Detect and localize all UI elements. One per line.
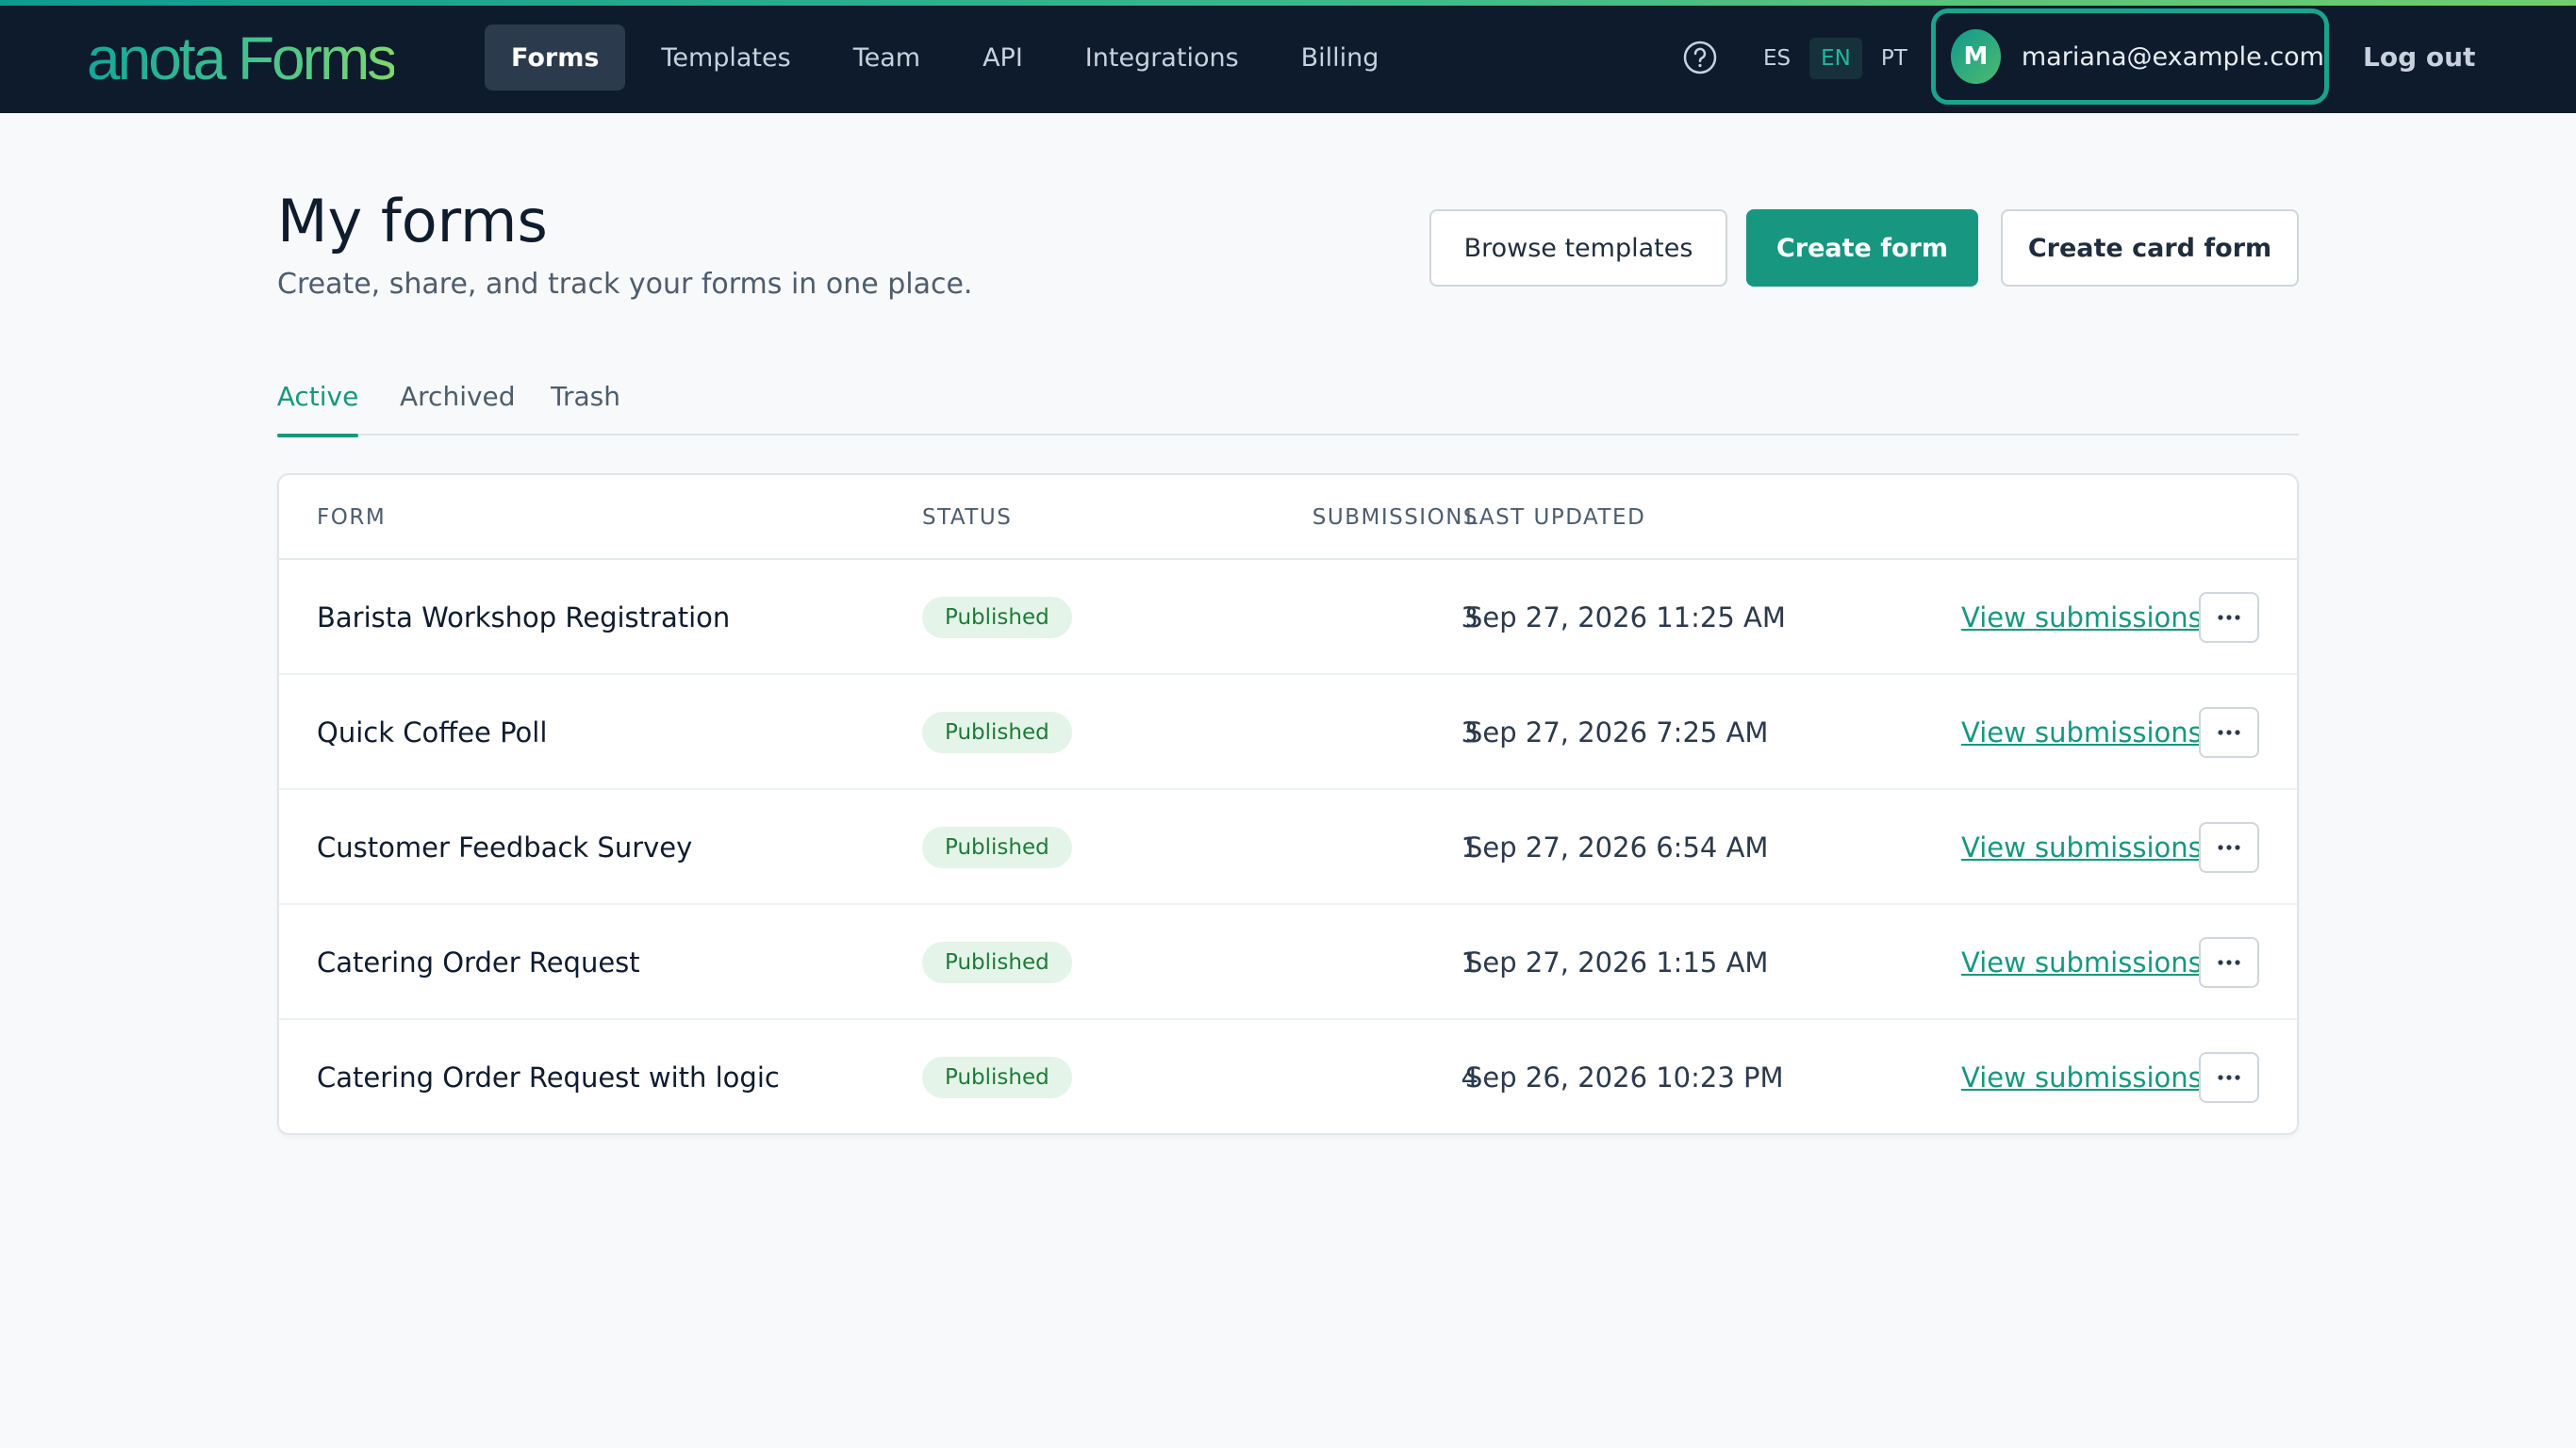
form-name[interactable]: Quick Coffee Poll xyxy=(317,675,547,790)
table-row: Catering Order Request with logic Publis… xyxy=(279,1020,2297,1133)
form-name[interactable]: Customer Feedback Survey xyxy=(317,790,692,905)
forms-tabs: Active Archived Trash xyxy=(277,375,2299,437)
main-nav: Forms Templates Team API Integrations Bi… xyxy=(485,25,1405,90)
top-navigation-bar: anota Forms Forms Templates Team API Int… xyxy=(0,0,2576,113)
form-name[interactable]: Catering Order Request with logic xyxy=(317,1020,780,1133)
submission-count: 3 xyxy=(1461,601,1478,634)
row-actions-button[interactable] xyxy=(2199,822,2259,873)
row-actions-cell xyxy=(2199,905,2259,1020)
view-submissions-link[interactable]: View submissions xyxy=(1961,1020,2203,1133)
nav-item-api[interactable]: API xyxy=(956,25,1049,90)
more-horizontal-icon xyxy=(2218,615,2240,620)
topbar-accent-stripe xyxy=(0,0,2576,6)
brand-logo[interactable]: anota Forms xyxy=(87,21,397,96)
page-subtitle: Create, share, and track your forms in o… xyxy=(277,268,973,301)
row-actions-button[interactable] xyxy=(2199,707,2259,758)
status-badge: Published xyxy=(922,827,1072,868)
user-email: mariana@example.com xyxy=(2021,41,2324,72)
create-card-form-button[interactable]: Create card form xyxy=(2001,209,2299,287)
view-submissions-link[interactable]: View submissions xyxy=(1961,905,2203,1020)
create-form-button[interactable]: Create form xyxy=(1746,209,1978,287)
language-switcher: ES EN PT xyxy=(1752,38,1919,79)
table-row: Catering Order Request Published 1 Sep 2… xyxy=(279,905,2297,1020)
form-name[interactable]: Barista Workshop Registration xyxy=(317,560,730,675)
column-header-form: FORM xyxy=(317,505,387,530)
submission-count: 1 xyxy=(1461,831,1478,864)
avatar: M xyxy=(1951,29,2001,84)
row-actions-cell xyxy=(2199,790,2259,905)
help-circle-icon[interactable] xyxy=(1682,40,1718,75)
user-menu-button[interactable]: M mariana@example.com xyxy=(1931,8,2329,105)
column-header-submissions: SUBMISSIONS xyxy=(1312,505,1478,530)
row-actions-button[interactable] xyxy=(2199,937,2259,988)
view-submissions-link[interactable]: View submissions xyxy=(1961,790,2203,905)
table-row: Customer Feedback Survey Published 1 Sep… xyxy=(279,790,2297,905)
language-es[interactable]: ES xyxy=(1752,38,1802,79)
status-cell: Published xyxy=(922,560,1072,675)
status-badge: Published xyxy=(922,597,1072,638)
tab-archived[interactable]: Archived xyxy=(400,375,516,436)
tab-trash[interactable]: Trash xyxy=(551,375,620,436)
logout-button[interactable]: Log out xyxy=(2363,34,2475,79)
last-updated: Sep 27, 2026 1:15 AM xyxy=(1465,946,1769,979)
language-en[interactable]: EN xyxy=(1809,38,1862,79)
nav-item-integrations[interactable]: Integrations xyxy=(1059,25,1265,90)
more-horizontal-icon xyxy=(2218,730,2240,735)
row-actions-cell xyxy=(2199,675,2259,790)
status-cell: Published xyxy=(922,905,1072,1020)
row-actions-cell xyxy=(2199,1020,2259,1133)
submission-count: 3 xyxy=(1461,716,1478,749)
forms-table: FORM STATUS SUBMISSIONS LAST UPDATED Bar… xyxy=(277,473,2299,1135)
more-horizontal-icon xyxy=(2218,1075,2240,1080)
tab-active[interactable]: Active xyxy=(277,375,358,437)
status-cell: Published xyxy=(922,675,1072,790)
nav-item-billing[interactable]: Billing xyxy=(1275,25,1406,90)
row-actions-button[interactable] xyxy=(2199,592,2259,643)
table-header: FORM STATUS SUBMISSIONS LAST UPDATED xyxy=(279,475,2297,560)
nav-item-forms[interactable]: Forms xyxy=(485,25,626,90)
submission-count: 4 xyxy=(1461,1061,1478,1094)
last-updated: Sep 26, 2026 10:23 PM xyxy=(1465,1061,1784,1094)
more-horizontal-icon xyxy=(2218,845,2240,850)
table-row: Barista Workshop Registration Published … xyxy=(279,560,2297,675)
submission-count: 1 xyxy=(1461,946,1478,979)
row-actions-cell xyxy=(2199,560,2259,675)
row-actions-button[interactable] xyxy=(2199,1052,2259,1103)
nav-item-templates[interactable]: Templates xyxy=(635,25,817,90)
nav-item-team[interactable]: Team xyxy=(827,25,947,90)
status-cell: Published xyxy=(922,790,1072,905)
column-header-last-updated: LAST UPDATED xyxy=(1465,505,1646,530)
browse-templates-button[interactable]: Browse templates xyxy=(1429,209,1727,287)
status-badge: Published xyxy=(922,712,1072,753)
last-updated: Sep 27, 2026 11:25 AM xyxy=(1465,601,1786,634)
last-updated: Sep 27, 2026 6:54 AM xyxy=(1465,831,1769,864)
status-cell: Published xyxy=(922,1020,1072,1133)
more-horizontal-icon xyxy=(2218,960,2240,965)
status-badge: Published xyxy=(922,942,1072,983)
language-pt[interactable]: PT xyxy=(1870,38,1919,79)
form-name[interactable]: Catering Order Request xyxy=(317,905,640,1020)
last-updated: Sep 27, 2026 7:25 AM xyxy=(1465,716,1769,749)
status-badge: Published xyxy=(922,1057,1072,1098)
table-row: Quick Coffee Poll Published 3 Sep 27, 20… xyxy=(279,675,2297,790)
view-submissions-link[interactable]: View submissions xyxy=(1961,675,2203,790)
column-header-status: STATUS xyxy=(922,505,1013,530)
view-submissions-link[interactable]: View submissions xyxy=(1961,560,2203,675)
page-title: My forms xyxy=(277,187,548,255)
